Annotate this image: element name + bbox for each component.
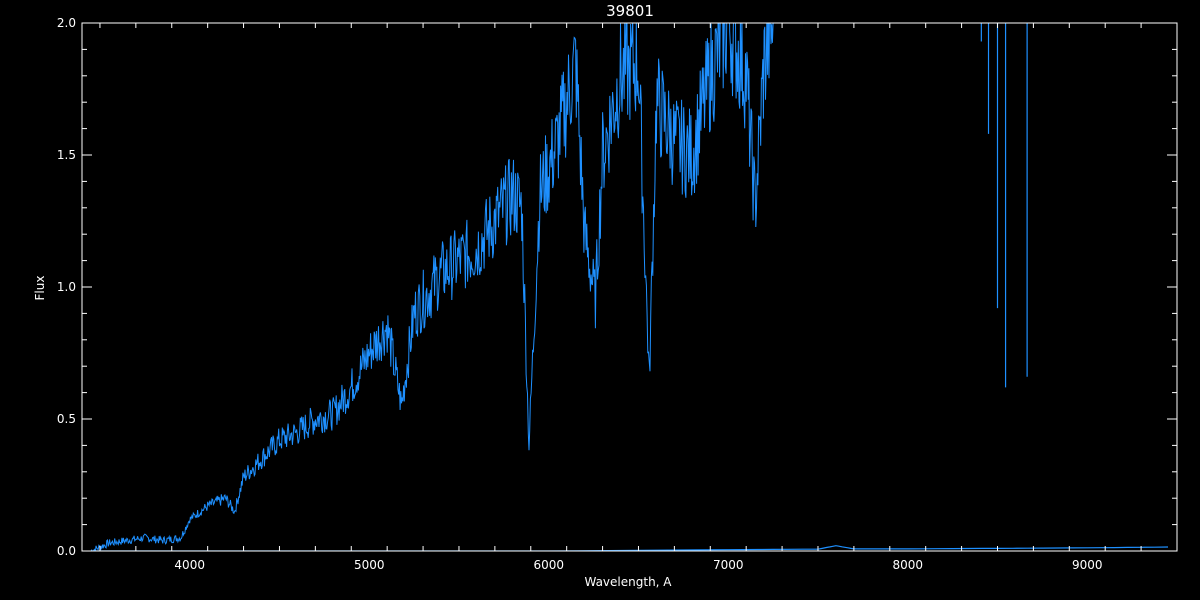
y-tick-label: 0.0 <box>57 544 76 558</box>
series-line-1 <box>91 545 1169 551</box>
y-axis-title: Flux <box>33 276 47 301</box>
y-tick-label: 0.5 <box>57 412 76 426</box>
x-tick-label: 7000 <box>713 558 744 572</box>
spectrum-chart: 39801 Wavelength, A Flux 4000 5000 6000 700… <box>33 2 1178 589</box>
x-tick-label: 9000 <box>1072 558 1103 572</box>
y-tick-label: 2.0 <box>57 16 76 30</box>
x-axis-title: Wavelength, A <box>584 575 672 589</box>
x-tick-label: 6000 <box>533 558 564 572</box>
plot-area <box>90 23 1169 551</box>
series-line-0 <box>90 23 774 551</box>
x-tick-label: 5000 <box>354 558 385 572</box>
chart-title: 39801 <box>606 2 654 20</box>
x-tick-label: 4000 <box>174 558 205 572</box>
x-tick-label: 8000 <box>892 558 923 572</box>
series-group <box>90 23 1169 551</box>
y-tick-label: 1.0 <box>57 280 76 294</box>
y-tick-label: 1.5 <box>57 148 76 162</box>
